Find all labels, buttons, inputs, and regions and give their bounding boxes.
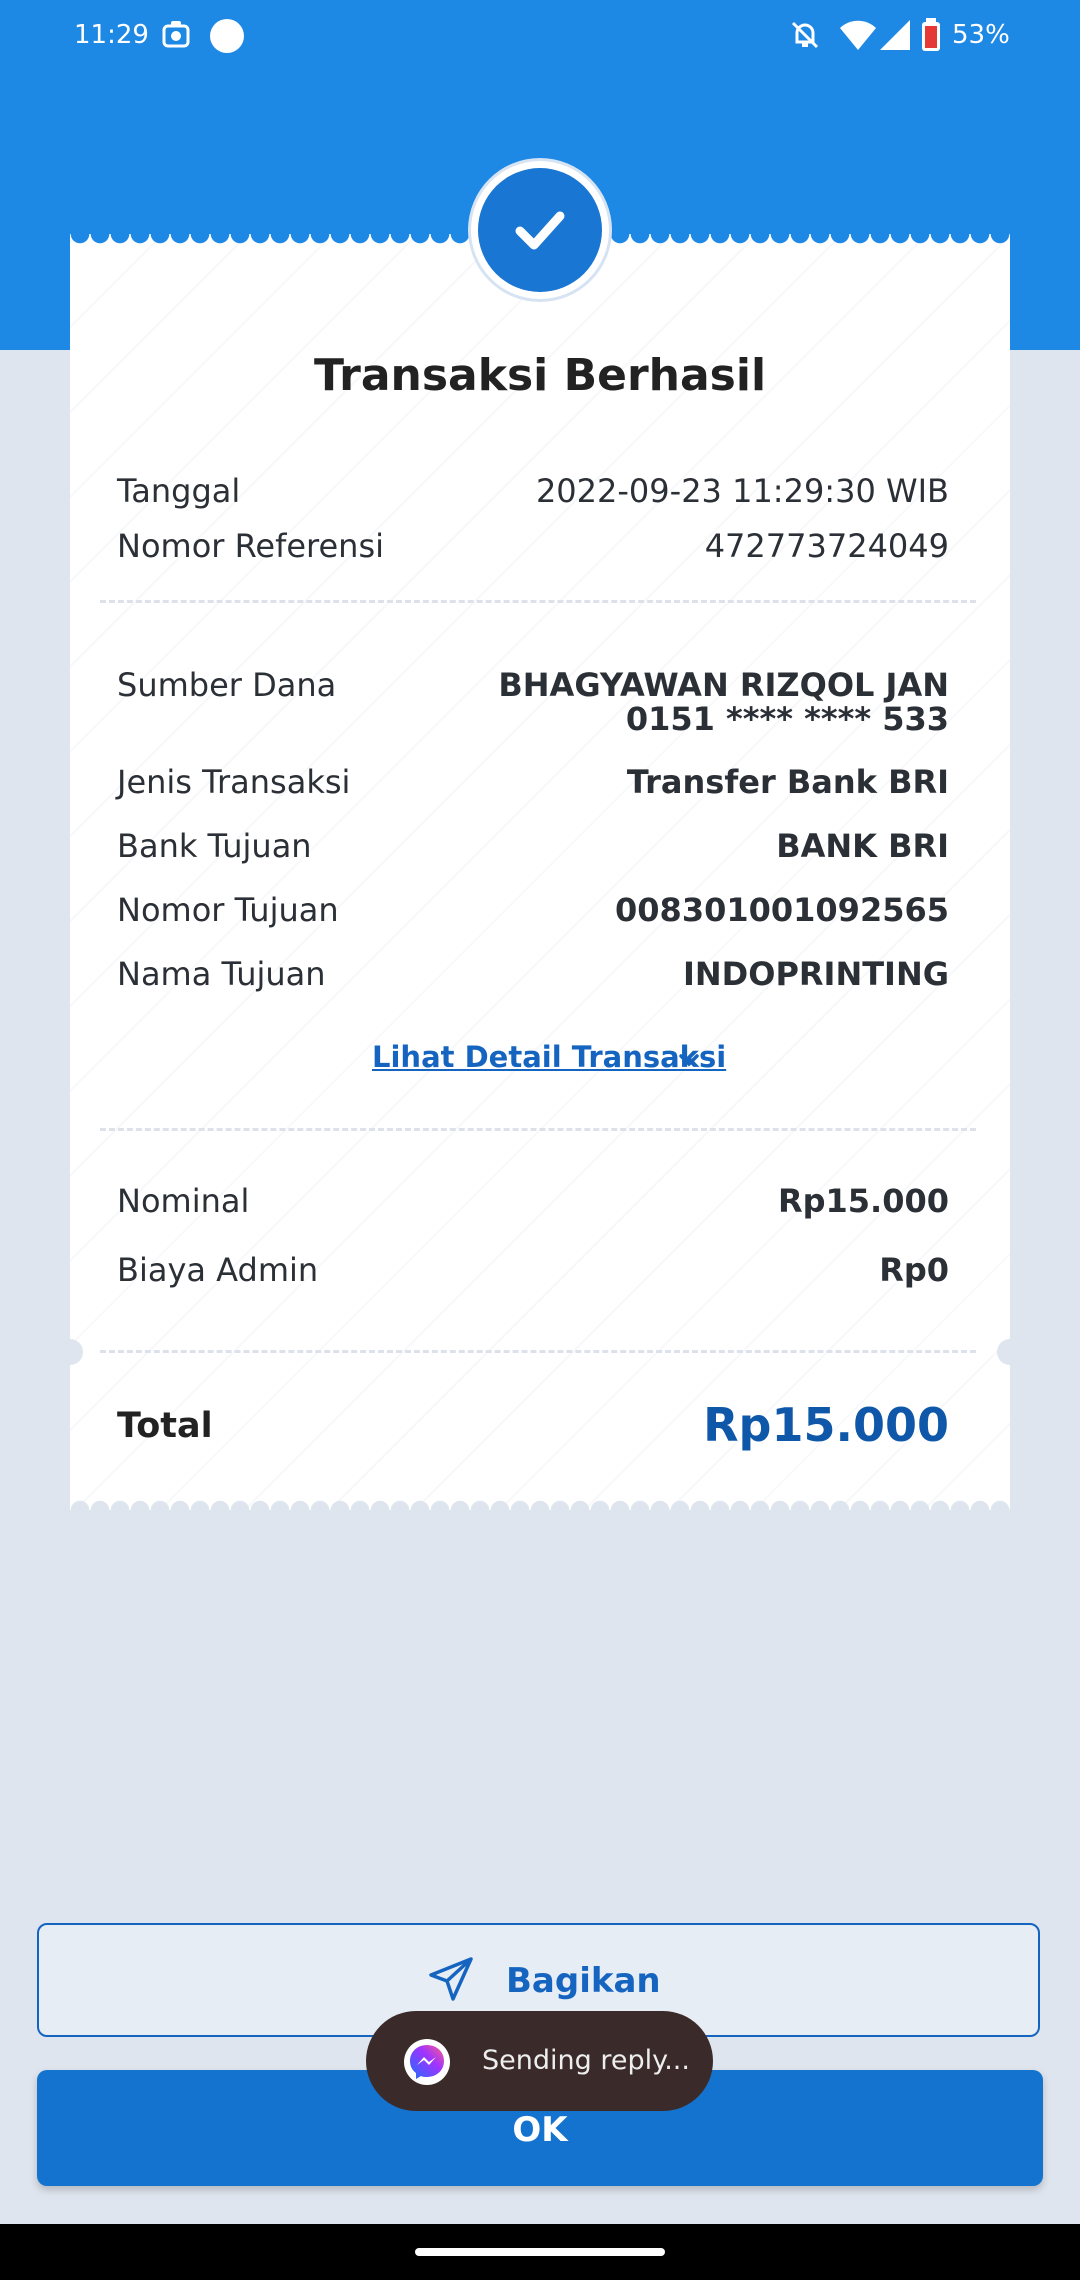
mute-icon [788,18,822,59]
status-time: 11:29 [74,20,149,50]
signal-icon [878,18,912,59]
nama-tujuan-label: Nama Tujuan [117,955,326,993]
admin-value: Rp0 [879,1251,949,1289]
divider [100,1350,976,1353]
admin-label: Biaya Admin [117,1251,319,1289]
detail-transaksi-link[interactable]: Lihat Detail Transaksi [372,1040,726,1074]
sumber-label: Sumber Dana [117,666,337,704]
tanggal-label: Tanggal [117,472,241,510]
battery-icon [920,18,942,59]
bri-watermark [70,234,1010,1510]
chevron-down-icon[interactable] [678,1052,700,1072]
send-icon [427,1955,475,2007]
toast-notification: Sending reply... [366,2011,713,2111]
sumber-name: BHAGYAWAN RIZQOL JAN [498,666,949,704]
receipt-card [70,234,1010,1510]
ref-label: Nomor Referensi [117,527,385,565]
messenger-icon [404,2039,450,2085]
ok-label: OK [512,2110,568,2150]
status-bar: 11:29 53% [0,0,1080,72]
battery-percent: 53% [952,20,1010,50]
page-title: Transaksi Berhasil [313,350,767,401]
nominal-value: Rp15.000 [777,1182,949,1220]
receipt-notch-left [57,1339,83,1365]
wifi-icon [838,18,878,59]
toast-text: Sending reply... [482,2045,690,2076]
success-check-icon [478,168,602,292]
divider [100,1128,976,1131]
nomor-tujuan-value: 008301001092565 [615,891,949,929]
divider [100,600,976,603]
nominal-label: Nominal [117,1182,250,1220]
share-label: Bagikan [506,1961,661,2001]
tanggal-value: 2022-09-23 11:29:30 WIB [535,472,949,510]
total-label: Total [117,1406,213,1446]
bank-label: Bank Tujuan [117,827,312,865]
bank-value: BANK BRI [776,827,949,865]
sumber-account: 0151 **** **** 533 [625,700,949,738]
record-dot-icon [209,18,245,61]
home-gesture-handle[interactable] [415,2248,665,2256]
total-value: Rp15.000 [703,1398,949,1452]
screenshot-icon [160,18,192,57]
jenis-value: Transfer Bank BRI [626,763,949,801]
jenis-label: Jenis Transaksi [117,763,351,801]
nama-tujuan-value: INDOPRINTING [682,955,949,993]
nomor-tujuan-label: Nomor Tujuan [117,891,339,929]
ref-value: 472773724049 [704,527,949,565]
receipt-notch-right [997,1339,1023,1365]
